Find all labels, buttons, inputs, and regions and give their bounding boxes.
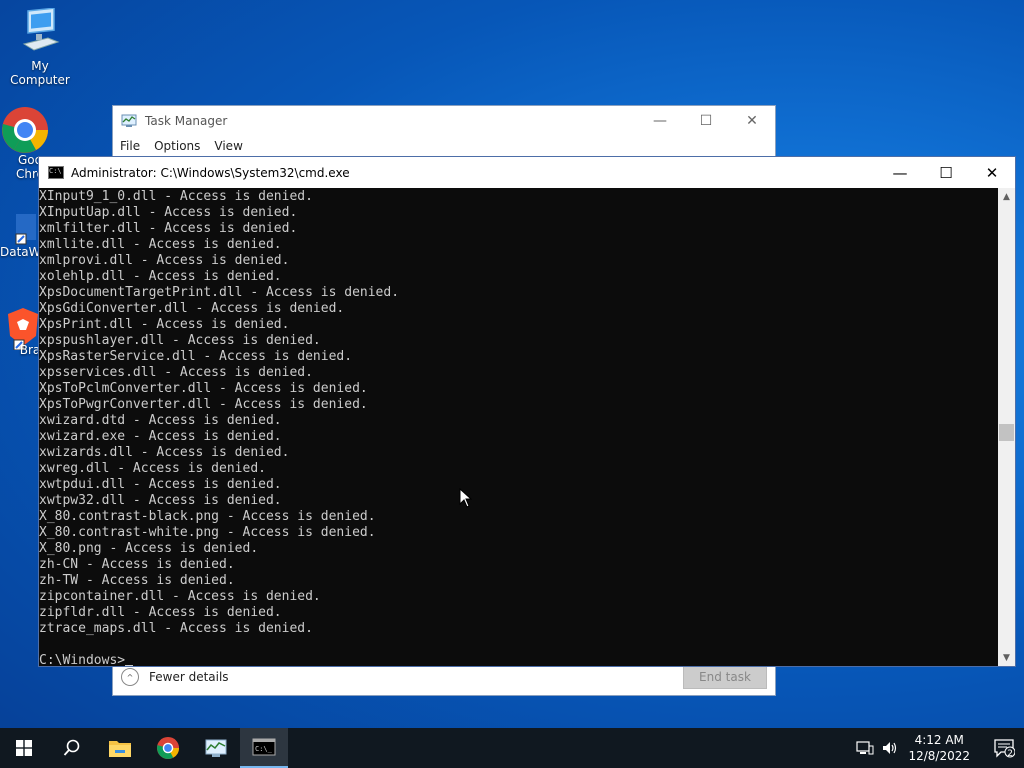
desktop-icon-label: My Computer xyxy=(10,59,70,87)
console-line: xpspushlayer.dll - Access is denied. xyxy=(39,333,321,348)
start-icon xyxy=(16,740,32,756)
cmd-title: Administrator: C:\Windows\System32\cmd.e… xyxy=(71,165,350,180)
taskbar-chrome[interactable] xyxy=(144,728,192,768)
console-prompt[interactable]: C:\Windows> xyxy=(39,653,998,666)
console-line: zh-CN - Access is denied. xyxy=(39,557,235,572)
mouse-pointer-icon xyxy=(459,488,473,508)
computer-icon xyxy=(22,7,60,51)
vertical-scrollbar[interactable]: ▲ ▼ xyxy=(998,188,1015,666)
console-line: ztrace_maps.dll - Access is denied. xyxy=(39,621,313,636)
console-line: XInputUap.dll - Access is denied. xyxy=(39,205,298,220)
console-line: xolehlp.dll - Access is denied. xyxy=(39,269,282,284)
scroll-up-arrow-icon[interactable]: ▲ xyxy=(998,188,1015,205)
chrome-icon xyxy=(2,107,48,153)
start-button[interactable] xyxy=(0,728,48,768)
maximize-button[interactable]: ☐ xyxy=(923,157,969,188)
desktop-icon-datawrapper[interactable]: DataW xyxy=(0,210,41,259)
console-line: zipcontainer.dll - Access is denied. xyxy=(39,589,321,604)
svg-text:C:\_: C:\_ xyxy=(255,745,273,753)
cmd-icon: C:\ xyxy=(48,166,64,179)
console-line: XpsRasterService.dll - Access is denied. xyxy=(39,349,353,364)
console-line: XpsPrint.dll - Access is denied. xyxy=(39,317,290,332)
console-line: xwreg.dll - Access is denied. xyxy=(39,461,266,476)
network-icon[interactable] xyxy=(856,740,874,756)
maximize-button[interactable]: ☐ xyxy=(683,106,729,136)
console-output[interactable]: XInput9_1_0.dll - Access is denied. XInpu… xyxy=(39,188,998,666)
console-line: zh-TW - Access is denied. xyxy=(39,573,235,588)
console-line: X_80.contrast-white.png - Access is deni… xyxy=(39,525,376,540)
console-line: XpsToPwgrConverter.dll - Access is denie… xyxy=(39,397,368,412)
minimize-button[interactable]: — xyxy=(637,106,683,136)
close-button[interactable]: ✕ xyxy=(969,157,1015,188)
file-explorer-icon xyxy=(109,741,131,757)
console-line: X_80.png - Access is denied. xyxy=(39,541,259,556)
console-line: xmlfilter.dll - Access is denied. xyxy=(39,221,298,236)
console-line: xmlprovi.dll - Access is denied. xyxy=(39,253,290,268)
console-line: xmllite.dll - Access is denied. xyxy=(39,237,282,252)
text-cursor xyxy=(125,665,134,666)
console-line: xwtpdui.dll - Access is denied. xyxy=(39,477,282,492)
search-icon xyxy=(63,739,80,756)
taskbar-clock[interactable]: 4:12 AM 12/8/2022 xyxy=(908,732,970,764)
console-line: X_80.contrast-black.png - Access is deni… xyxy=(39,509,376,524)
desktop-icon-label: DataW xyxy=(0,245,41,259)
task-manager-title: Task Manager xyxy=(145,114,228,128)
cmd-icon: C:\_ xyxy=(252,738,276,756)
taskbar-cmd[interactable]: C:\_ xyxy=(240,728,288,768)
fewer-details-button[interactable]: ^ Fewer details xyxy=(121,668,229,686)
taskbar-task-manager[interactable] xyxy=(192,728,240,768)
desktop-icon-my-computer[interactable]: My Computer xyxy=(0,7,80,87)
clock-time: 4:12 AM xyxy=(914,733,964,747)
menu-view[interactable]: View xyxy=(214,139,242,153)
search-button[interactable] xyxy=(48,728,96,768)
minimize-button[interactable]: — xyxy=(877,157,923,188)
console-line: zipfldr.dll - Access is denied. xyxy=(39,605,282,620)
cmd-titlebar[interactable]: C:\ Administrator: C:\Windows\System32\c… xyxy=(39,157,1015,188)
taskbar: C:\_ 4:12 AM 12/8/2022 2 xyxy=(0,728,1024,768)
console-line: xwtpw32.dll - Access is denied. xyxy=(39,493,282,508)
action-center-button[interactable]: 2 xyxy=(984,728,1024,768)
datawrapper-icon xyxy=(15,214,36,245)
menu-options[interactable]: Options xyxy=(154,139,200,153)
fewer-details-label: Fewer details xyxy=(149,670,229,684)
task-manager-icon xyxy=(205,739,227,757)
clock-date: 12/8/2022 xyxy=(908,749,970,763)
cmd-window[interactable]: C:\ Administrator: C:\Windows\System32\c… xyxy=(38,156,1016,667)
scroll-down-arrow-icon[interactable]: ▼ xyxy=(998,649,1015,666)
prompt-text: C:\Windows> xyxy=(39,653,126,666)
console-line: xwizards.dll - Access is denied. xyxy=(39,445,290,460)
taskbar-file-explorer[interactable] xyxy=(96,728,144,768)
console-line: xwizard.dtd - Access is denied. xyxy=(39,413,282,428)
console-line: XpsGdiConverter.dll - Access is denied. xyxy=(39,301,345,316)
console-line: xpsservices.dll - Access is denied. xyxy=(39,365,313,380)
system-tray: 4:12 AM 12/8/2022 2 xyxy=(856,728,1024,768)
end-task-button[interactable]: End task xyxy=(683,665,767,689)
menu-file[interactable]: File xyxy=(120,139,140,153)
close-button[interactable]: ✕ xyxy=(729,106,775,136)
chrome-icon xyxy=(156,736,180,760)
console-line: XpsDocumentTargetPrint.dll - Access is d… xyxy=(39,285,400,300)
task-manager-icon xyxy=(121,114,137,127)
console-line: xwizard.exe - Access is denied. xyxy=(39,429,282,444)
console-line: XpsToPclmConverter.dll - Access is denie… xyxy=(39,381,368,396)
task-manager-titlebar[interactable]: Task Manager — ☐ ✕ xyxy=(113,106,775,136)
task-manager-menubar: File Options View xyxy=(113,136,775,156)
volume-icon[interactable] xyxy=(882,740,900,756)
console-line: XInput9_1_0.dll - Access is denied. xyxy=(39,189,313,204)
chevron-up-icon: ^ xyxy=(121,668,139,686)
notification-count: 2 xyxy=(1007,749,1013,759)
scrollbar-thumb[interactable] xyxy=(999,424,1014,441)
